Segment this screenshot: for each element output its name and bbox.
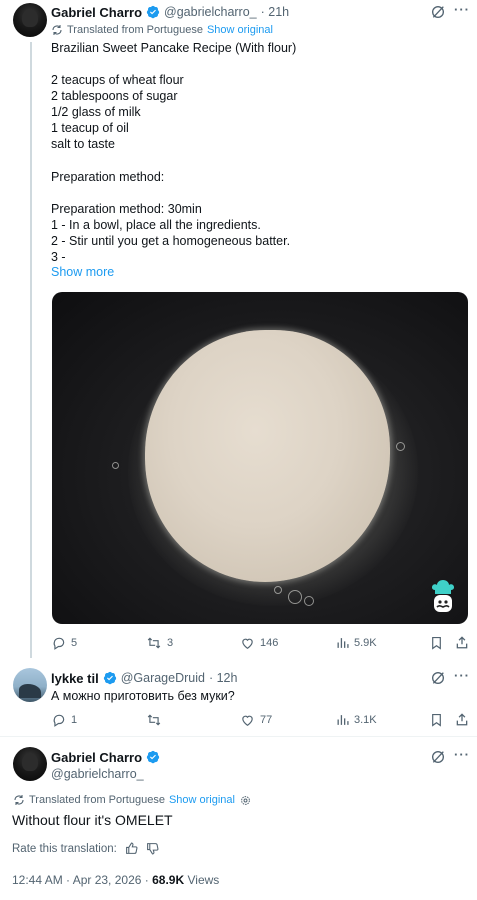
chef-mascot-icon [431,580,455,612]
ingredient-item: 1 teacup of oil [51,121,129,135]
share-icon[interactable] [455,635,469,650]
thumbs-down-icon[interactable] [146,842,159,855]
reply-button[interactable]: 5 [52,636,77,650]
views-label: Views [187,873,220,887]
views-count: 3.1K [354,713,377,726]
main-tweet-text: Without flour it's OMELET [12,812,173,828]
repost-icon [147,714,161,726]
verified-badge-icon [146,750,160,764]
grok-icon[interactable] [430,749,446,765]
timestamp[interactable]: 12:44 AM · Apr 23, 2026 · [12,873,149,887]
more-icon[interactable]: ··· [454,668,470,683]
reply-time[interactable]: · 12h [209,671,238,685]
author-handle[interactable]: @gabrielcharro_ [51,767,144,781]
repost-count: 3 [167,637,174,649]
reply-icon [53,637,65,650]
avatar[interactable] [13,747,47,781]
translation-notice: Translated from Portuguese Show original [51,24,273,36]
repost-icon [147,637,161,649]
author-name[interactable]: Gabriel Charro [51,750,142,765]
oil-bubble [396,442,405,451]
divider [0,736,477,737]
author-name[interactable]: Gabriel Charro [51,5,142,20]
repost-button[interactable]: 3 [146,636,173,650]
translated-label: Translated from Portuguese [67,24,203,36]
grok-icon[interactable] [430,4,446,20]
like-count: 146 [260,637,279,649]
tweet-header: Gabriel Charro @gabrielcharro_ · 21h [51,4,289,20]
ingredient-item: 2 teacups of wheat flour [51,73,184,87]
like-button[interactable]: 77 [240,713,272,727]
thread-line [30,42,32,658]
translate-icon [52,25,62,35]
verified-badge-icon [146,5,160,19]
like-button[interactable]: 146 [240,636,278,650]
share-icon[interactable] [455,712,469,727]
bookmark-icon[interactable] [430,636,443,650]
translated-label: Translated from Portuguese [29,794,165,806]
thumbs-up-icon[interactable] [125,842,138,855]
reply-count: 5 [71,637,78,649]
more-icon[interactable]: ··· [454,2,470,17]
main-handle-row: @gabrielcharro_ [51,766,144,782]
author-name[interactable]: lykke til [51,671,99,686]
prep-line: 1 - In a bowl, place all the ingredients… [51,218,261,232]
main-author-name-row: Gabriel Charro [51,749,164,765]
show-original-link[interactable]: Show original [169,794,235,806]
ingredient-item: 1/2 glass of milk [51,105,141,119]
prep-line: 3 - [51,250,66,264]
reply-count: 1 [71,714,78,726]
rate-translation: Rate this translation: [12,842,159,855]
tweet-image[interactable] [52,292,468,624]
views-button[interactable]: 3.1K [336,713,377,726]
oil-bubble [274,586,282,594]
ingredient-item: 2 tablespoons of sugar [51,89,178,103]
reply-header: lykke til @GarageDruid · 12h [51,670,237,686]
gear-icon[interactable] [240,795,251,806]
rate-label: Rate this translation: [12,842,117,855]
like-count: 77 [260,714,273,726]
views-total: 68.9K [152,873,185,887]
avatar[interactable] [13,3,47,37]
tweet-title: Brazilian Sweet Pancake Recipe (With flo… [51,41,297,55]
grok-icon[interactable] [430,670,446,686]
views-icon [337,715,349,725]
verified-badge-icon [103,671,116,685]
show-more-link[interactable]: Show more [51,265,114,279]
prep-heading: Preparation method: [51,170,165,184]
views-count: 5.9K [354,636,377,649]
repost-button[interactable] [146,713,167,727]
views-icon [337,638,349,648]
tweet-meta: 12:44 AM · Apr 23, 2026 · 68.9K Views [12,873,219,887]
translation-notice: Translated from Portuguese Show original [13,794,255,806]
show-original-link[interactable]: Show original [207,24,273,36]
like-icon [242,715,253,726]
pancake [145,330,390,582]
translate-icon [14,795,24,805]
ingredient-item: salt to taste [51,137,115,151]
avatar[interactable] [13,668,47,702]
prep-line: 2 - Stir until you get a homogeneous bat… [51,234,291,248]
like-icon [242,638,253,649]
oil-bubble [288,590,302,604]
oil-bubble [112,462,119,469]
reply-text: А можно приготовить без муки? [51,689,235,703]
prep-line: Preparation method: 30min [51,202,202,216]
oil-bubble [304,596,314,606]
more-icon[interactable]: ··· [454,747,470,762]
reply-button[interactable]: 1 [52,713,77,727]
tweet-time[interactable]: · 21h [261,5,290,19]
author-handle[interactable]: @GarageDruid [121,671,205,685]
views-button[interactable]: 5.9K [336,636,377,649]
reply-icon [53,714,65,727]
bookmark-icon[interactable] [430,713,443,727]
author-handle[interactable]: @gabrielcharro_ [164,5,257,19]
